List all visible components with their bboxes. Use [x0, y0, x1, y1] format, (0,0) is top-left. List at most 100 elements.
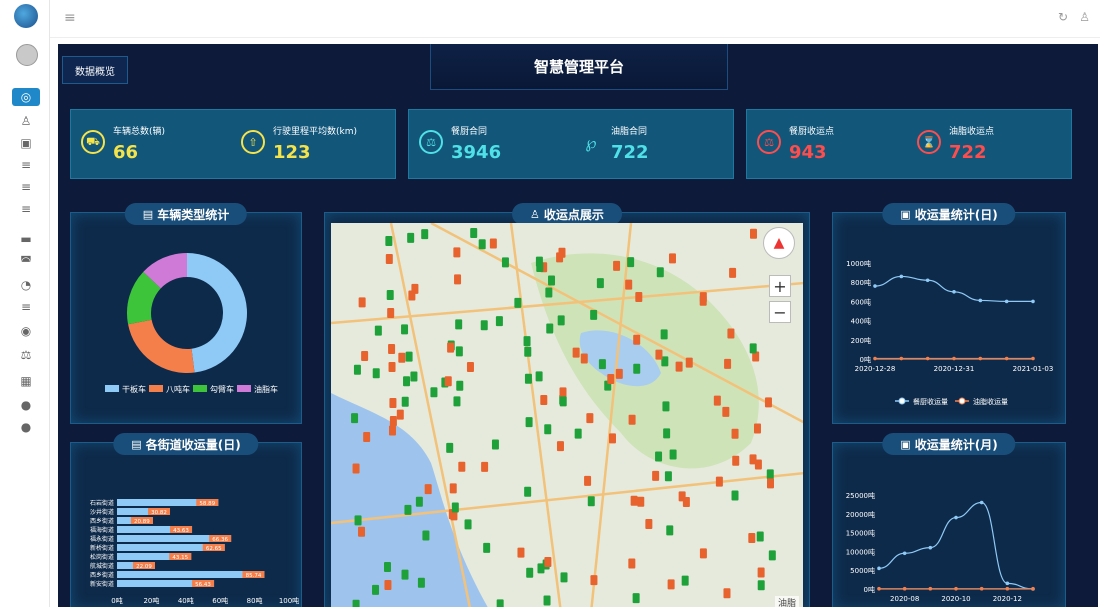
kitchen-collection-marker[interactable] [767, 478, 775, 489]
oil-collection-marker[interactable] [464, 519, 472, 530]
oil-collection-marker[interactable] [410, 371, 418, 382]
series-point[interactable] [877, 586, 881, 591]
series-point[interactable] [1031, 356, 1035, 361]
oil-collection-marker[interactable] [632, 593, 640, 604]
bar[interactable] [117, 571, 265, 578]
oil-collection-marker[interactable] [455, 346, 463, 357]
kitchen-collection-marker[interactable] [724, 358, 732, 369]
series-point[interactable] [902, 586, 907, 591]
oil-collection-marker[interactable] [501, 257, 509, 268]
oil-collection-marker[interactable] [525, 417, 533, 428]
kitchen-collection-marker[interactable] [540, 394, 548, 405]
oil-collection-marker[interactable] [749, 343, 757, 354]
avatar[interactable] [16, 44, 38, 66]
series-point[interactable] [1005, 586, 1010, 591]
series-point[interactable] [1031, 299, 1035, 304]
series-point[interactable] [954, 515, 958, 520]
kitchen-collection-marker[interactable] [556, 441, 564, 452]
series-point[interactable] [1004, 299, 1009, 304]
list-icon[interactable]: ≡ [12, 200, 40, 218]
kitchen-collection-marker[interactable] [753, 423, 761, 434]
oil-collection-marker[interactable] [756, 531, 764, 542]
kitchen-collection-marker[interactable] [572, 347, 580, 358]
series-point[interactable] [925, 356, 930, 361]
kitchen-collection-marker[interactable] [447, 342, 455, 353]
kitchen-collection-marker[interactable] [489, 238, 497, 249]
oil-collection-marker[interactable] [401, 569, 409, 580]
oil-collection-marker[interactable] [660, 329, 668, 340]
oil-collection-marker[interactable] [681, 575, 689, 586]
oil-collection-marker[interactable] [524, 373, 532, 384]
oil-collection-marker[interactable] [560, 572, 568, 583]
kitchen-collection-marker[interactable] [424, 484, 432, 495]
kitchen-collection-marker[interactable] [466, 362, 474, 373]
oil-collection-marker[interactable] [353, 364, 361, 375]
oil-collection-marker[interactable] [757, 580, 765, 591]
kitchen-collection-marker[interactable] [607, 374, 615, 385]
kitchen-collection-marker[interactable] [757, 567, 765, 578]
kitchen-collection-marker[interactable] [387, 307, 395, 318]
kitchen-collection-marker[interactable] [453, 247, 461, 258]
oil-collection-marker[interactable] [535, 371, 543, 382]
oil-collection-marker[interactable] [663, 428, 671, 439]
kitchen-collection-marker[interactable] [699, 548, 707, 559]
kitchen-collection-marker[interactable] [628, 414, 636, 425]
kitchen-collection-marker[interactable] [678, 491, 686, 502]
oil-collection-marker[interactable] [354, 515, 362, 526]
map-canvas[interactable] [331, 223, 803, 607]
oil-collection-marker[interactable] [523, 336, 531, 347]
oil-collection-marker[interactable] [548, 275, 556, 286]
kitchen-collection-marker[interactable] [630, 495, 638, 506]
kitchen-collection-marker[interactable] [590, 575, 598, 586]
car-front-icon[interactable]: ◚ [12, 252, 40, 270]
oil-collection-marker[interactable] [768, 550, 776, 561]
kitchen-collection-marker[interactable] [544, 556, 552, 567]
kitchen-collection-marker[interactable] [398, 352, 406, 363]
oil-collection-marker[interactable] [598, 359, 606, 370]
kitchen-collection-marker[interactable] [729, 267, 737, 278]
hamburger-icon[interactable]: ≡ [64, 10, 76, 26]
series-point[interactable] [979, 500, 984, 505]
oil-collection-marker[interactable] [491, 439, 499, 450]
kitchen-collection-marker[interactable] [764, 397, 772, 408]
series-point[interactable] [979, 586, 984, 591]
kitchen-collection-marker[interactable] [749, 228, 757, 239]
pie-slice[interactable] [128, 319, 195, 373]
series-point[interactable] [928, 586, 933, 591]
oil-collection-marker[interactable] [587, 496, 595, 507]
series-point[interactable] [928, 545, 933, 550]
kitchen-collection-marker[interactable] [633, 334, 641, 345]
kitchen-collection-marker[interactable] [584, 475, 592, 486]
zoom-in-button[interactable]: + [769, 275, 791, 297]
kitchen-collection-marker[interactable] [613, 260, 621, 271]
list-icon[interactable]: ≡ [12, 178, 40, 196]
kitchen-collection-marker[interactable] [625, 279, 633, 290]
oil-collection-marker[interactable] [451, 502, 459, 513]
series-point[interactable] [873, 284, 877, 288]
dashboard-icon[interactable]: ◎ [12, 88, 40, 106]
oil-collection-marker[interactable] [546, 323, 554, 334]
kitchen-collection-marker[interactable] [685, 357, 693, 368]
kitchen-collection-marker[interactable] [556, 252, 564, 263]
oil-collection-marker[interactable] [627, 257, 635, 268]
truck-icon[interactable]: ▣ [12, 134, 40, 152]
location-icon[interactable]: ● [12, 418, 40, 436]
kitchen-collection-marker[interactable] [389, 398, 397, 409]
series-point[interactable] [1031, 586, 1035, 591]
oil-collection-marker[interactable] [559, 396, 567, 407]
kitchen-collection-marker[interactable] [389, 416, 397, 427]
zoom-out-button[interactable]: − [769, 301, 791, 323]
series-point[interactable] [954, 586, 958, 591]
series-point[interactable] [877, 566, 881, 571]
series-point[interactable] [978, 298, 983, 303]
location-icon[interactable]: ● [12, 396, 40, 414]
oil-collection-marker[interactable] [383, 561, 391, 572]
kitchen-collection-marker[interactable] [652, 470, 660, 481]
scale-icon[interactable]: ⚖ [12, 346, 40, 364]
kitchen-collection-marker[interactable] [361, 350, 369, 361]
oil-collection-marker[interactable] [401, 396, 409, 407]
kitchen-collection-marker[interactable] [715, 476, 723, 487]
oil-collection-marker[interactable] [478, 239, 486, 250]
series-point[interactable] [899, 356, 904, 361]
oil-collection-marker[interactable] [404, 504, 412, 515]
